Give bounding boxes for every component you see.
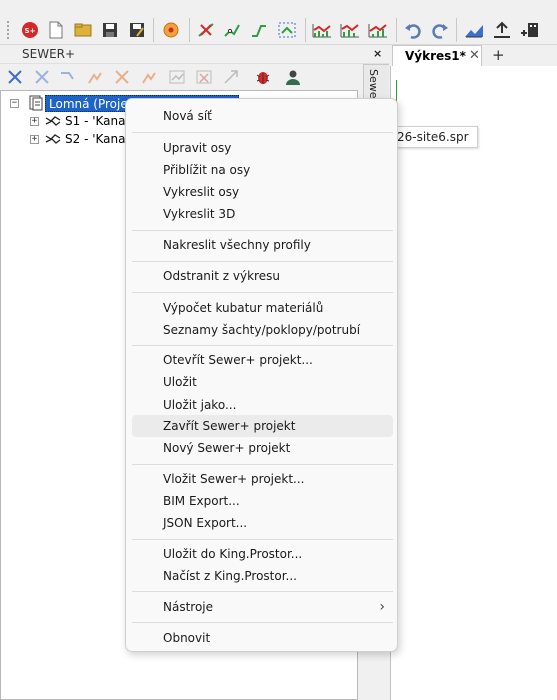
branch-icon[interactable]	[58, 68, 76, 86]
draw-polyline-icon[interactable]	[249, 20, 269, 40]
menu-item-bim-export[interactable]: BIM Export...	[132, 490, 393, 512]
sewer-network-icon	[45, 132, 61, 149]
tree-child-s2[interactable]: + S2 - 'Kanaliz	[1, 131, 138, 149]
compass-icon[interactable]	[161, 20, 181, 40]
menu-item-nova-sit[interactable]: Nová síť	[132, 105, 393, 127]
menu-item-nacist-z-prostor[interactable]: Načíst z King.Prostor...	[132, 565, 393, 587]
menu-item-nakreslit-profily[interactable]: Nakreslit všechny profily	[132, 234, 393, 256]
sewer-plus-icon[interactable]: S+	[20, 20, 40, 40]
save-icon[interactable]	[100, 20, 120, 40]
tree-expand-toggle[interactable]: +	[30, 135, 39, 144]
profile-chart-icon[interactable]	[312, 20, 332, 40]
main-toolbar: S+	[0, 0, 557, 45]
menu-item-vlozit-projekt[interactable]: Vložit Sewer+ projekt...	[132, 468, 393, 490]
open-folder-icon[interactable]	[73, 20, 93, 40]
save-as-icon[interactable]	[127, 20, 147, 40]
delete-chart-icon[interactable]	[195, 68, 213, 86]
add-tab-button[interactable]: +	[492, 46, 505, 64]
menu-separator	[132, 292, 393, 293]
panel-close-button[interactable]: ×	[373, 47, 382, 60]
menu-item-obnovit[interactable]: Obnovit	[132, 627, 393, 649]
menu-item-seznamy[interactable]: Seznamy šachty/poklopy/potrubí	[132, 319, 393, 341]
menu-separator	[132, 230, 393, 231]
panel-title-bar: SEWER+ ×	[0, 45, 390, 64]
project-icon	[29, 95, 43, 114]
sewer-network-icon	[45, 114, 61, 131]
profile-edit-icon[interactable]	[113, 68, 131, 86]
submenu-chevron-icon: ›	[379, 599, 385, 615]
menu-item-label: Nástroje	[163, 600, 214, 614]
menu-item-odstranit-z-vykresu[interactable]: Odstranit z výkresu	[132, 265, 393, 287]
menu-item-vykreslit-3d[interactable]: Vykreslit 3D	[132, 203, 393, 225]
menu-item-ulozit[interactable]: Uložit	[132, 371, 393, 393]
tab-close-icon[interactable]: ✕	[469, 48, 480, 63]
terrain-import-icon[interactable]	[464, 20, 484, 40]
toolbar-grip[interactable]	[6, 20, 10, 40]
tree-collapse-toggle[interactable]: −	[10, 99, 19, 108]
menu-item-upravit-osy[interactable]: Upravit osy	[132, 137, 393, 159]
menu-item-nastroje[interactable]: Nástroje ›	[132, 596, 393, 618]
menu-item-json-export[interactable]: JSON Export...	[132, 512, 393, 534]
tab-label: Výkres1*	[405, 49, 466, 63]
menu-separator	[132, 622, 393, 623]
drawing-canvas[interactable]	[390, 66, 557, 700]
menu-separator	[132, 261, 393, 262]
menu-separator	[132, 539, 393, 540]
menu-item-ulozit-do-prostor[interactable]: Uložit do King.Prostor...	[132, 543, 393, 565]
delete-line-icon[interactable]	[196, 20, 216, 40]
menu-separator	[132, 591, 393, 592]
menu-item-ulozit-jako[interactable]: Uložit jako...	[132, 394, 393, 416]
menu-item-novy-projekt[interactable]: Nový Sewer+ projekt	[132, 437, 393, 459]
document-tabs: Výkres1* ✕ +	[390, 45, 557, 66]
panel-title: SEWER+	[22, 47, 76, 61]
profile-chart-2-icon[interactable]	[340, 20, 360, 40]
menu-separator	[132, 345, 393, 346]
context-menu: Nová síť Upravit osy Přiblížit na osy Vy…	[125, 98, 398, 652]
menu-separator	[132, 464, 393, 465]
undo-icon[interactable]	[403, 20, 423, 40]
profile-icon[interactable]	[86, 68, 104, 86]
menu-separator	[132, 132, 393, 133]
user-icon[interactable]	[284, 68, 302, 86]
edit-line-icon[interactable]	[222, 20, 242, 40]
profile-2-icon[interactable]	[140, 68, 158, 86]
network-icon[interactable]	[6, 68, 24, 86]
menu-item-vykreslit-osy[interactable]: Vykreslit osy	[132, 181, 393, 203]
menu-item-otevrit-projekt[interactable]: Otevřít Sewer+ projekt...	[132, 349, 393, 371]
building-icon[interactable]	[520, 20, 540, 40]
new-file-icon[interactable]	[46, 20, 66, 40]
bug-icon[interactable]	[254, 68, 272, 86]
menu-item-zavrit-projekt[interactable]: Zavřít Sewer+ projekt	[132, 415, 393, 437]
upload-icon[interactable]	[492, 20, 512, 40]
menu-item-vypocet-kubatur[interactable]: Výpočet kubatur materiálů	[132, 297, 393, 319]
redo-icon[interactable]	[430, 20, 450, 40]
tree-child-s1[interactable]: + S1 - 'Kanaliz	[1, 113, 138, 131]
menu-item-priblizit-na-osy[interactable]: Přiblížit na osy	[132, 159, 393, 181]
axis-marker	[396, 80, 397, 102]
panel-toolbar	[0, 64, 362, 90]
profile-points-icon[interactable]	[277, 20, 297, 40]
export-icon[interactable]	[222, 68, 240, 86]
chart-icon[interactable]	[168, 68, 186, 86]
tree-expand-toggle[interactable]: +	[30, 117, 39, 126]
network-edit-icon[interactable]	[33, 68, 51, 86]
svg-text:S+: S+	[25, 27, 36, 35]
tab-drawing1[interactable]: Výkres1* ✕	[392, 45, 482, 66]
profile-chart-3-icon[interactable]	[368, 20, 388, 40]
